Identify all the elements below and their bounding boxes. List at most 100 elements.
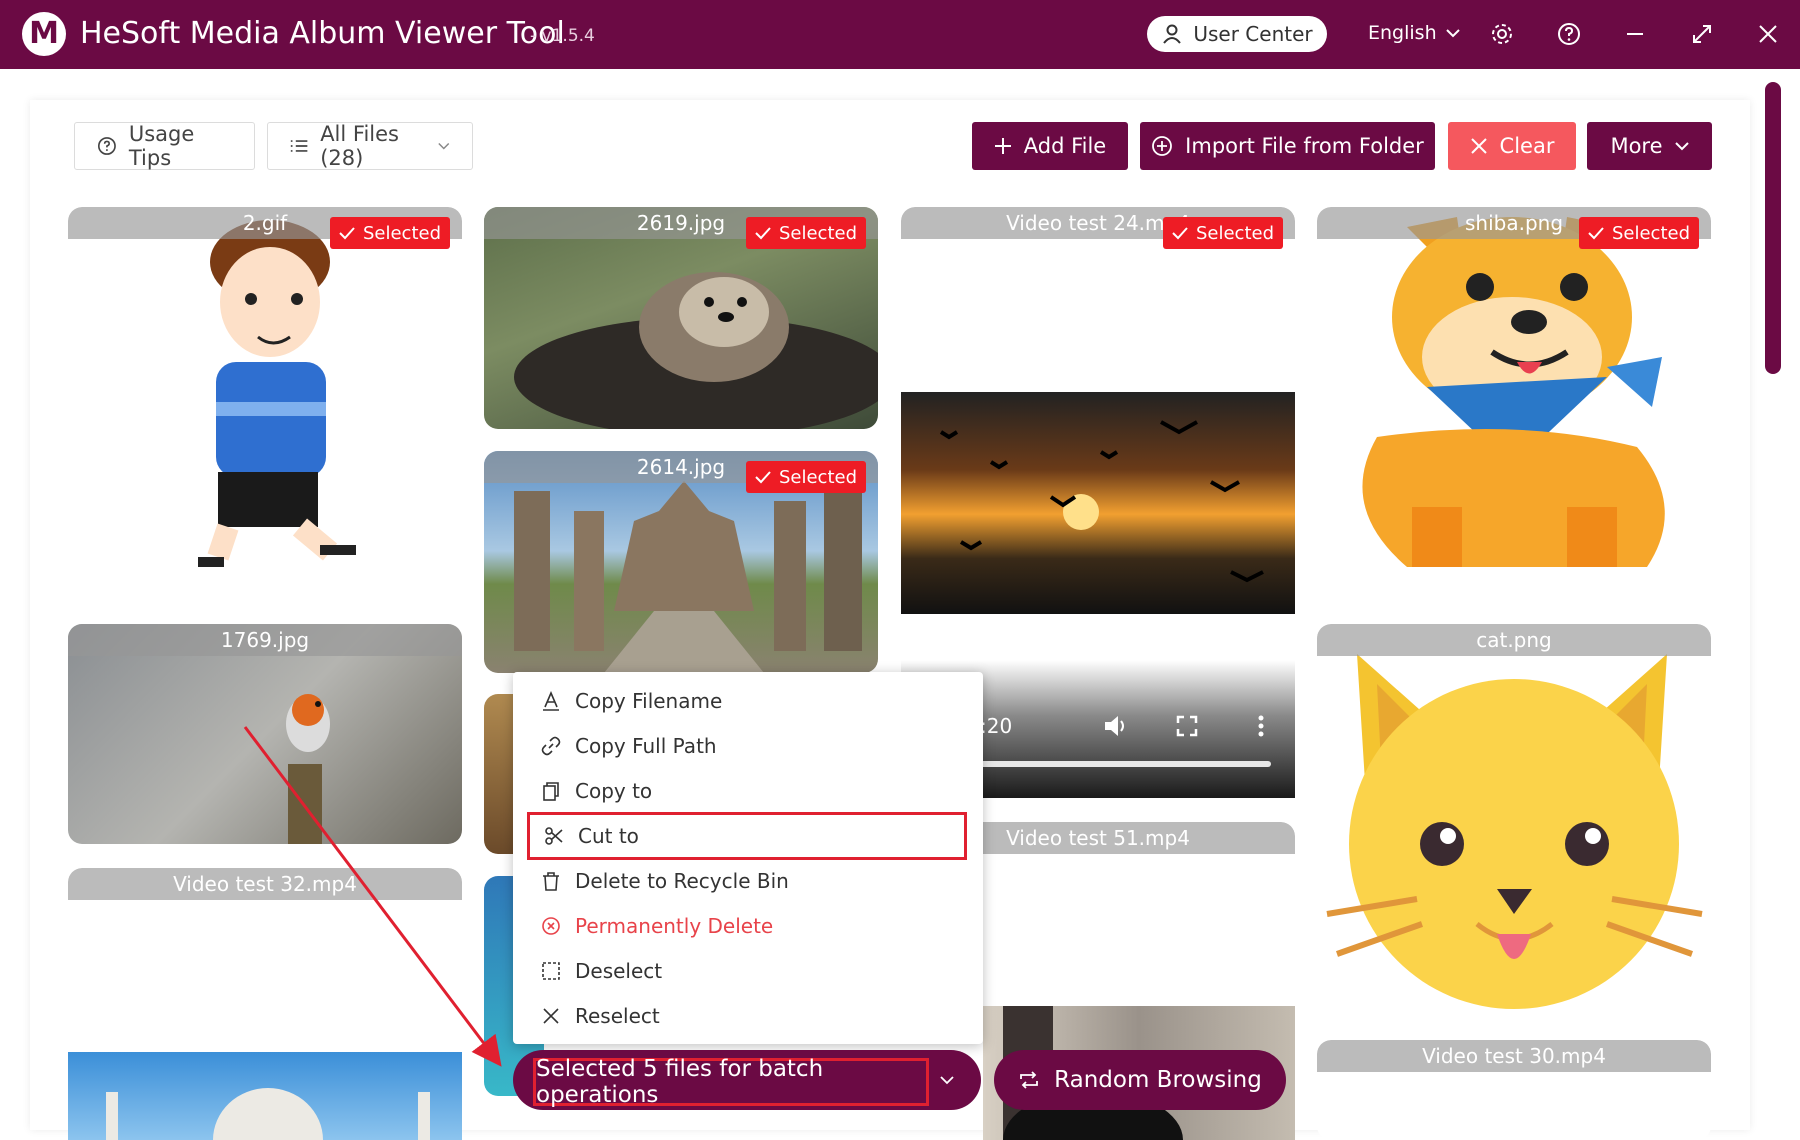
check-icon (755, 227, 771, 240)
selected-badge: Selected (1579, 217, 1699, 249)
media-card-2-gif[interactable]: 2.gif Selected (68, 207, 462, 592)
batch-operations-button[interactable]: Selected 5 files for batch operations (513, 1050, 981, 1110)
batch-operations-highlight: Selected 5 files for batch operations (533, 1056, 929, 1108)
selected-badge: Selected (746, 461, 866, 493)
media-card-2614-jpg[interactable]: 2614.jpg Selected (484, 451, 878, 673)
menu-item-cut-to[interactable]: Cut to (527, 812, 967, 860)
volume-icon[interactable] (1103, 714, 1129, 738)
menu-item-label: Copy Filename (575, 689, 723, 713)
selected-badge: Selected (1163, 217, 1283, 249)
taj-mahal-photo (106, 1088, 430, 1140)
title-bar: M HeSoft Media Album Viewer Tool - v1.5.… (0, 0, 1800, 69)
batch-operations-label: Selected 5 files for batch operations (536, 1056, 824, 1108)
video-progress-track[interactable] (961, 761, 1271, 767)
menu-item-label: Permanently Delete (575, 914, 774, 938)
app-logo: M (22, 12, 66, 56)
app-title: HeSoft Media Album Viewer Tool (80, 16, 565, 51)
more-button[interactable]: More (1587, 122, 1712, 170)
gear-icon[interactable] (1490, 22, 1514, 46)
menu-item-label: Cut to (578, 824, 639, 848)
menu-item-reselect[interactable]: Reselect (527, 996, 967, 1036)
help-icon[interactable] (1557, 22, 1581, 46)
check-icon (1172, 227, 1188, 240)
user-icon (1163, 24, 1182, 44)
random-browsing-button[interactable]: Random Browsing (994, 1050, 1286, 1110)
all-files-label: All Files (28) (320, 122, 399, 170)
all-files-dropdown[interactable]: All Files (28) (267, 122, 473, 170)
usage-tips-button[interactable]: Usage Tips (74, 122, 255, 170)
more-vertical-icon[interactable] (1257, 714, 1265, 738)
media-filename: Video test 32.mp4 (68, 868, 462, 900)
user-center-label: User Center (1193, 22, 1313, 46)
selected-badge: Selected (330, 217, 450, 249)
selected-badge-label: Selected (1195, 222, 1275, 244)
add-file-button[interactable]: Add File (972, 122, 1128, 170)
media-card-video-test-24[interactable]: Video test 24.mp4 Selected (901, 207, 1295, 362)
video-time: :20 (980, 714, 1013, 738)
check-icon (755, 471, 771, 484)
link-icon (541, 736, 561, 756)
copy-icon (543, 782, 559, 801)
clear-button[interactable]: Clear (1448, 122, 1576, 170)
text-a-icon (543, 691, 559, 711)
menu-item-label: Deselect (575, 959, 663, 983)
plus-icon (994, 138, 1011, 154)
menu-item-copy-to[interactable]: Copy to (527, 771, 967, 811)
robin-photo (286, 694, 330, 844)
language-label: English (1368, 22, 1437, 44)
help-circle-icon (97, 137, 116, 155)
usage-tips-label: Usage Tips (128, 122, 195, 170)
repeat-icon (1020, 1071, 1039, 1089)
selected-badge: Selected (746, 217, 866, 249)
maximize-icon[interactable] (1690, 22, 1714, 46)
scrollbar-thumb[interactable] (1765, 82, 1781, 374)
language-select[interactable]: English (1368, 22, 1461, 44)
plus-circle-icon (1152, 136, 1173, 156)
media-card-taj-mahal[interactable] (68, 1052, 462, 1140)
menu-item-label: Copy to (575, 779, 653, 803)
media-card-cat-png[interactable]: cat.png (1317, 624, 1711, 1019)
trash-icon (543, 872, 559, 891)
menu-item-copy-full-path[interactable]: Copy Full Path (527, 726, 967, 766)
selected-badge-label: Selected (1611, 222, 1691, 244)
chevron-down-icon (1674, 142, 1689, 151)
clear-label: Clear (1499, 134, 1555, 158)
media-card-sunset-birds[interactable] (901, 392, 1295, 614)
x-icon (1470, 138, 1487, 154)
list-icon (290, 140, 308, 152)
menu-item-permanently-delete[interactable]: Permanently Delete (527, 906, 967, 946)
media-filename: cat.png (1317, 624, 1711, 656)
chevron-down-icon (1445, 29, 1460, 38)
menu-item-delete-recycle[interactable]: Delete to Recycle Bin (527, 861, 967, 901)
scissors-icon (545, 827, 563, 845)
circle-x-icon (542, 917, 560, 935)
fullscreen-icon[interactable] (1176, 715, 1198, 737)
media-card-shiba-png[interactable]: shiba.png Selected (1317, 207, 1711, 602)
random-browsing-label: Random Browsing (1054, 1067, 1262, 1093)
media-card-1769-jpg[interactable]: 1769.jpg (68, 624, 462, 844)
selected-badge-label: Selected (778, 222, 858, 244)
app-version: - v1.5.4 (530, 26, 595, 46)
media-card-video-test-32[interactable]: Video test 32.mp4 (68, 868, 462, 1038)
shiba-illustration (1362, 217, 1665, 567)
menu-item-deselect[interactable]: Deselect (527, 951, 967, 991)
minimize-icon[interactable] (1623, 22, 1647, 46)
cartoon-boy-image (198, 220, 356, 567)
import-folder-label: Import File from Folder (1185, 134, 1424, 158)
media-card-2619-jpg[interactable]: 2619.jpg Selected (484, 207, 878, 429)
chevron-down-icon (940, 1076, 954, 1085)
add-file-label: Add File (1023, 134, 1107, 158)
more-label: More (1610, 134, 1663, 158)
close-icon[interactable] (1756, 22, 1780, 46)
selected-badge-label: Selected (362, 222, 442, 244)
menu-item-label: Copy Full Path (575, 734, 717, 758)
check-icon (1588, 227, 1604, 240)
menu-item-label: Reselect (575, 1004, 660, 1028)
menu-item-copy-filename[interactable]: Copy Filename (527, 681, 967, 721)
dashed-square-icon (542, 962, 560, 980)
cat-illustration (1326, 654, 1703, 1009)
media-card-video-test-30[interactable]: Video test 30.mp4 (1317, 1040, 1711, 1140)
user-center-button[interactable]: User Center (1147, 16, 1327, 52)
import-folder-button[interactable]: Import File from Folder (1140, 122, 1435, 170)
x-icon (543, 1008, 559, 1024)
